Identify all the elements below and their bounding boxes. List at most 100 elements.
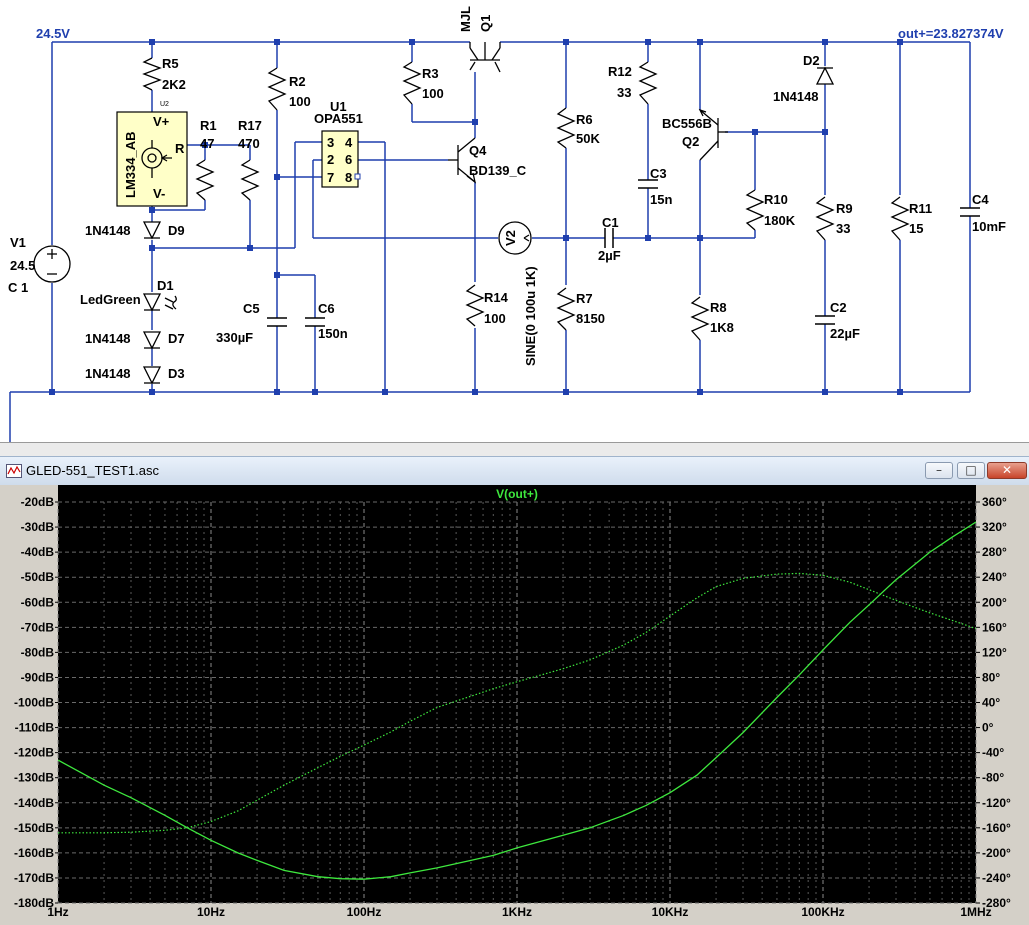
r11-value: 15 xyxy=(909,221,923,236)
y-left-tick-label: -130dB xyxy=(14,771,54,785)
diode-d7-symbol[interactable] xyxy=(142,331,162,350)
transistor-q1-symbol[interactable] xyxy=(469,42,501,73)
q1-value: MJL xyxy=(458,6,473,32)
window-titlebar[interactable]: GLED-551_TEST1.asc – □ ✕ xyxy=(0,456,1029,485)
r1-value: 47 xyxy=(200,136,214,151)
resistor-r2-symbol[interactable] xyxy=(267,67,287,111)
u2-ref: U2 xyxy=(160,101,169,108)
q2-value: BC556B xyxy=(662,116,712,131)
capacitor-c1-symbol[interactable] xyxy=(604,228,614,248)
y-right-tick-label: 240° xyxy=(982,570,1007,584)
minimize-button[interactable]: – xyxy=(925,462,953,479)
u1-pin-8: 8 xyxy=(345,170,352,185)
r8-value: 1K8 xyxy=(710,320,734,335)
capacitor-c2-symbol[interactable] xyxy=(815,315,835,325)
r17-value: 470 xyxy=(238,136,260,151)
x-tick-label: 1KHz xyxy=(502,905,532,919)
y-left-tick-label: -70dB xyxy=(21,620,55,634)
resistor-r8-symbol[interactable] xyxy=(690,296,710,341)
y-right-tick-label: 280° xyxy=(982,545,1007,559)
r3-value: 100 xyxy=(422,86,444,101)
waveform-window[interactable]: GLED-551_TEST1.asc – □ ✕ -20dB 360° -30dB 3… xyxy=(0,456,1029,925)
r14-ref: R14 xyxy=(484,290,509,305)
resistor-r14-symbol[interactable] xyxy=(465,284,485,327)
r5-ref: R5 xyxy=(162,56,179,71)
c4-ref: C4 xyxy=(972,192,989,207)
y-right-tick-label: -40° xyxy=(982,746,1004,760)
r11-ref: R11 xyxy=(909,201,932,216)
y-right-tick-label: -240° xyxy=(982,871,1011,885)
d1-ref: D1 xyxy=(157,278,174,293)
d1-value: LedGreen xyxy=(80,292,141,307)
x-tick-label: 100Hz xyxy=(347,905,382,919)
close-button[interactable]: ✕ xyxy=(987,462,1027,479)
c3-value: 15n xyxy=(650,192,672,207)
waveform-icon xyxy=(6,464,22,478)
net-label-vin[interactable]: 24.5V xyxy=(36,26,70,41)
c1-ref: C1 xyxy=(602,215,619,230)
y-left-tick-label: -150dB xyxy=(14,821,54,835)
diode-d9-symbol[interactable] xyxy=(142,221,162,240)
resistor-r17-symbol[interactable] xyxy=(240,159,260,201)
y-right-tick-label: 200° xyxy=(982,595,1007,609)
resistor-r1-symbol[interactable] xyxy=(195,159,215,201)
v2-ref: V2 xyxy=(503,230,518,246)
y-right-tick-label: 40° xyxy=(982,696,1000,710)
r1-ref: R1 xyxy=(200,118,217,133)
c5-value: 330µF xyxy=(216,330,253,345)
u2-pin-vplus: V+ xyxy=(153,114,170,129)
bode-plot[interactable]: -20dB 360° -30dB 320° -40dB 280° -50dB 240° -60d… xyxy=(6,485,1023,921)
voltage-source-v1[interactable] xyxy=(33,245,71,283)
u1-part: OPA551 xyxy=(314,111,363,126)
capacitor-c3-symbol[interactable] xyxy=(638,179,658,189)
resistor-r7-symbol[interactable] xyxy=(556,287,576,331)
u1-pin-4: 4 xyxy=(345,135,353,150)
d7-ref: D7 xyxy=(168,331,185,346)
window-title: GLED-551_TEST1.asc xyxy=(26,463,159,478)
y-right-tick-label: 360° xyxy=(982,495,1007,509)
capacitor-c4-symbol[interactable] xyxy=(960,207,980,217)
resistor-r12-symbol[interactable] xyxy=(638,61,658,105)
resistor-r3-symbol[interactable] xyxy=(402,61,422,105)
r3-ref: R3 xyxy=(422,66,439,81)
y-left-tick-label: -160dB xyxy=(14,846,54,860)
schematic-editor[interactable]: 24.5V out+=23.827374V V1 24.5 C 1 R5 2K2… xyxy=(0,0,1029,443)
r9-value: 33 xyxy=(836,221,850,236)
r8-ref: R8 xyxy=(710,300,727,315)
r14-value: 100 xyxy=(484,311,506,326)
resistor-r5-symbol[interactable] xyxy=(142,57,162,91)
close-icon: ✕ xyxy=(1001,463,1013,477)
u2-pin-r: R xyxy=(175,141,185,156)
y-left-tick-label: -50dB xyxy=(21,570,55,584)
r2-value: 100 xyxy=(289,94,311,109)
resistor-r11-symbol[interactable] xyxy=(890,196,910,241)
resistor-r10-symbol[interactable] xyxy=(745,189,765,231)
resistor-r6-symbol[interactable] xyxy=(556,107,576,149)
u1-pin-6: 6 xyxy=(345,152,352,167)
x-tick-label: 100KHz xyxy=(801,905,844,919)
led-d1-symbol[interactable] xyxy=(142,293,177,312)
capacitor-c6-symbol[interactable] xyxy=(305,317,325,327)
y-left-tick-label: -30dB xyxy=(21,520,55,534)
pane-divider[interactable] xyxy=(0,443,1029,456)
d3-value: 1N4148 xyxy=(85,366,131,381)
u2-pin-vminus: V- xyxy=(153,186,165,201)
d7-value: 1N4148 xyxy=(85,331,131,346)
resistor-r9-symbol[interactable] xyxy=(815,196,835,241)
r10-value: 180K xyxy=(764,213,796,228)
diode-d3-symbol[interactable] xyxy=(142,366,162,385)
y-left-tick-label: -90dB xyxy=(21,670,55,684)
d9-value: 1N4148 xyxy=(85,223,131,238)
r5-value: 2K2 xyxy=(162,77,186,92)
diode-d2-symbol[interactable] xyxy=(815,66,835,85)
net-label-vout[interactable]: out+=23.827374V xyxy=(898,26,1004,41)
x-tick-label: 1Hz xyxy=(47,905,68,919)
minimize-icon: – xyxy=(936,463,942,477)
capacitor-c5-symbol[interactable] xyxy=(267,317,287,327)
r17-ref: R17 xyxy=(238,118,262,133)
y-left-tick-label: -170dB xyxy=(14,871,54,885)
restore-button[interactable]: □ xyxy=(957,462,985,479)
x-tick-label: 10KHz xyxy=(652,905,689,919)
y-right-tick-label: 160° xyxy=(982,620,1007,634)
d2-value: 1N4148 xyxy=(773,89,819,104)
